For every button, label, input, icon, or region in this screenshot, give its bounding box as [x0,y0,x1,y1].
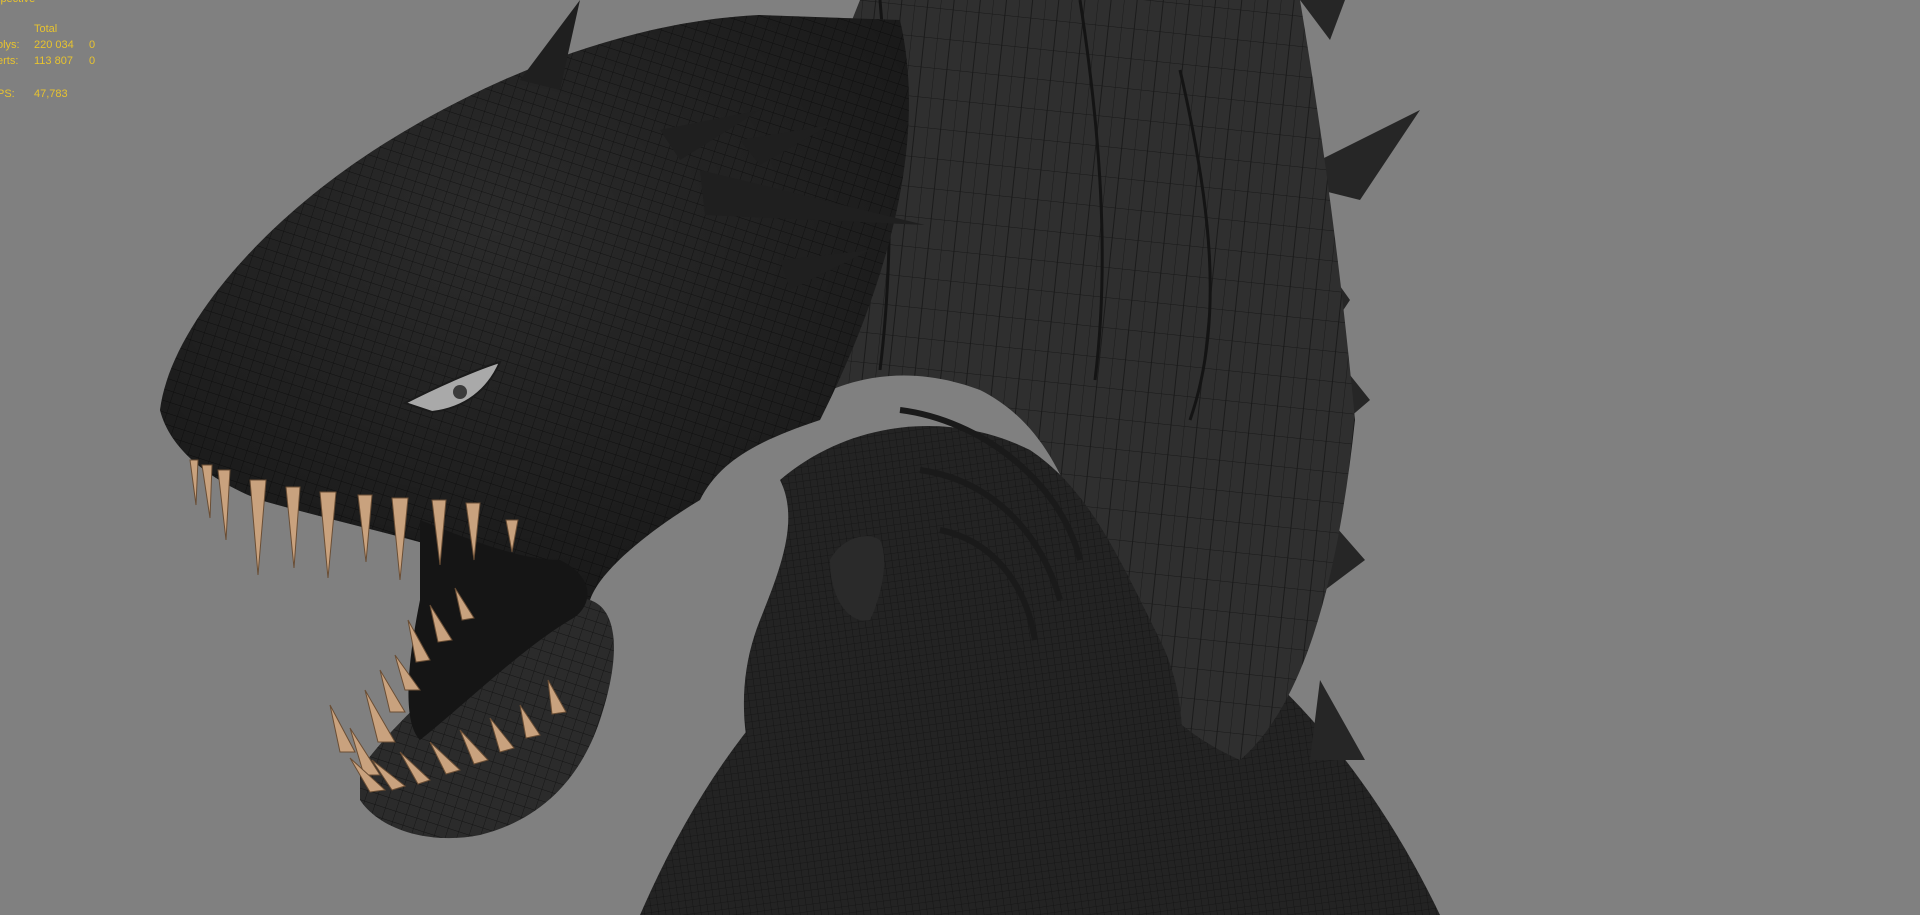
fps-value: 47,783 [34,88,68,100]
verts-selected: 0 [89,55,96,67]
perspective-viewport[interactable]: ipective Total olys: 220 034 0 erts: 113… [0,0,1920,915]
poly-count-hud: ipective Total olys: 220 034 0 erts: 113… [0,0,140,110]
stats-header-total: Total [34,23,58,35]
verts-total: 113 807 [34,55,73,67]
eye-pupil [453,385,467,399]
verts-label: erts: [0,55,19,67]
polys-total: 220 034 [34,39,74,51]
polys-selected: 0 [89,39,96,51]
viewport-label: ipective [0,0,35,6]
creature-head-wireframe-model[interactable] [0,0,1920,915]
fps-label: PS: [0,88,15,100]
polys-label: olys: [0,39,20,51]
